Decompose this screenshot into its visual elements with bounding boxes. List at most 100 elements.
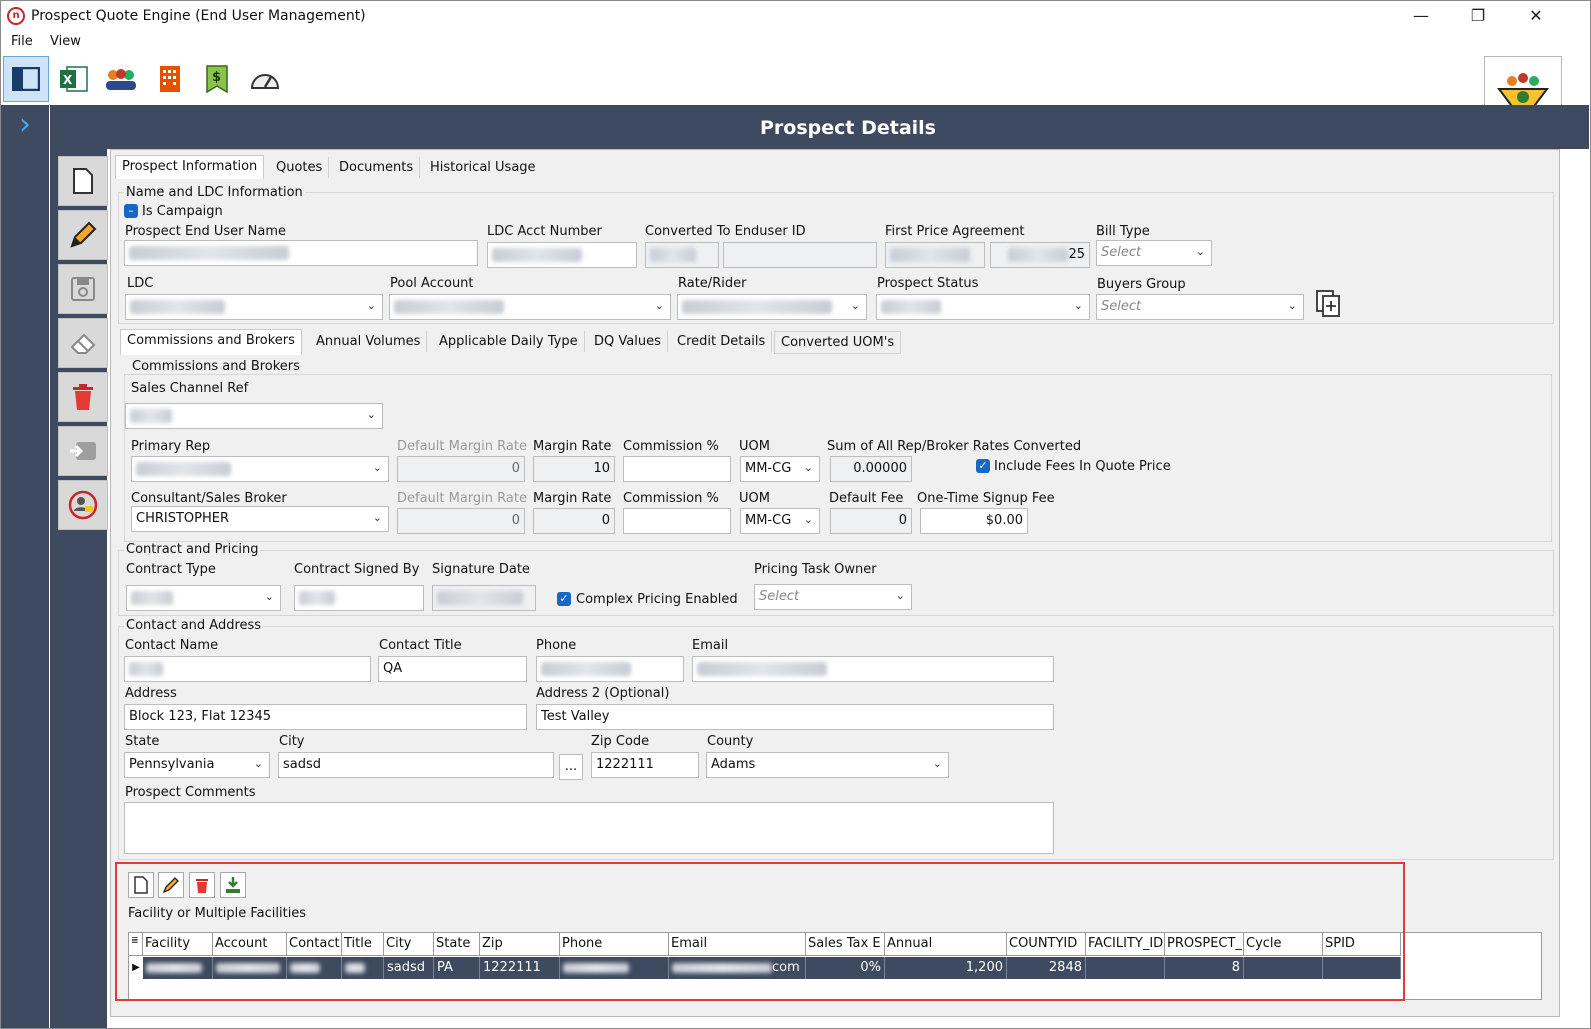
- tab-quotes[interactable]: Quotes: [270, 157, 330, 178]
- tab-daily-type[interactable]: Applicable Daily Type: [433, 331, 585, 352]
- contact-name-input[interactable]: [124, 656, 371, 682]
- sales-channel-select[interactable]: ⌄: [125, 403, 383, 429]
- transfer-button[interactable]: [58, 426, 108, 476]
- consultant-select[interactable]: CHRISTOPHER ⌄: [131, 506, 389, 532]
- tab-converted-uom[interactable]: Converted UOM's: [774, 331, 902, 354]
- default-fee-input[interactable]: 0: [830, 508, 912, 534]
- add-buyers-group-icon[interactable]: [1313, 288, 1343, 318]
- rep-uom-select[interactable]: MM-CG ⌄: [740, 456, 820, 482]
- contract-type-select[interactable]: ⌄: [126, 585, 281, 611]
- sales-channel-label: Sales Channel Ref: [131, 381, 249, 396]
- con-uom-select[interactable]: MM-CG ⌄: [740, 508, 820, 534]
- pool-account-select[interactable]: ⌄: [389, 294, 671, 320]
- clear-button[interactable]: [58, 318, 108, 368]
- phone-input[interactable]: [536, 656, 684, 682]
- default-fee-label: Default Fee: [829, 491, 904, 506]
- excel-icon[interactable]: X: [57, 62, 91, 96]
- delete-button[interactable]: [58, 372, 108, 422]
- comments-textarea[interactable]: [124, 802, 1054, 854]
- tab-credit-details[interactable]: Credit Details: [671, 331, 773, 352]
- con-default-margin-input: 0: [397, 508, 525, 534]
- menu-file[interactable]: File: [11, 34, 33, 49]
- city-input[interactable]: sadsd: [278, 752, 554, 778]
- con-margin-label: Margin Rate: [533, 491, 612, 506]
- svg-text:$: $: [212, 70, 221, 85]
- ldc-acct-input[interactable]: [487, 242, 637, 268]
- sum-rates-label: Sum of All Rep/Broker Rates Converted: [827, 439, 1082, 454]
- chevron-down-icon: ⌄: [253, 757, 263, 770]
- new-document-button[interactable]: [58, 156, 108, 206]
- address2-input[interactable]: Test Valley: [536, 704, 1054, 730]
- complex-pricing-checkbox[interactable]: ✓: [557, 592, 571, 606]
- tab-dq-values[interactable]: DQ Values: [588, 331, 668, 352]
- county-select[interactable]: Adams ⌄: [706, 752, 949, 778]
- first-price-start-input: [885, 242, 985, 268]
- eraser-icon: [70, 333, 96, 354]
- city-lookup-button[interactable]: ...: [559, 754, 583, 780]
- building-icon[interactable]: [153, 62, 187, 96]
- chevron-down-icon: ⌄: [366, 408, 376, 421]
- contract-signed-input[interactable]: [294, 585, 424, 611]
- speedometer-icon[interactable]: [248, 62, 282, 96]
- panel-toggle-icon[interactable]: [3, 56, 49, 102]
- bill-type-select[interactable]: Select ⌄: [1096, 240, 1212, 266]
- primary-rep-select[interactable]: ⌄: [131, 456, 389, 482]
- con-uom-value: MM-CG: [745, 513, 792, 528]
- con-margin-input[interactable]: 0: [533, 508, 615, 534]
- zip-input[interactable]: 1222111: [591, 752, 699, 778]
- chevron-down-icon: ⌄: [654, 299, 664, 312]
- minimize-button[interactable]: —: [1401, 5, 1441, 27]
- header-bar: Prospect Details: [107, 105, 1589, 149]
- tab-historical-usage[interactable]: Historical Usage: [424, 157, 542, 178]
- email-input[interactable]: [692, 656, 1054, 682]
- con-commission-input[interactable]: [623, 508, 731, 534]
- include-fees-checkbox[interactable]: ✓: [976, 459, 990, 473]
- users-group-icon[interactable]: [104, 62, 138, 96]
- state-select[interactable]: Pennsylvania ⌄: [124, 752, 270, 778]
- rep-default-margin-label: Default Margin Rate: [397, 439, 527, 454]
- restore-button[interactable]: ❐: [1458, 5, 1498, 27]
- primary-rep-label: Primary Rep: [131, 439, 211, 454]
- pricing-owner-label: Pricing Task Owner: [754, 562, 877, 577]
- chevron-down-icon: ⌄: [895, 589, 905, 602]
- prospect-status-select[interactable]: ⌄: [876, 294, 1090, 320]
- rep-uom-value: MM-CG: [745, 461, 792, 476]
- address2-label: Address 2 (Optional): [536, 686, 670, 701]
- menu-view[interactable]: View: [50, 34, 81, 49]
- is-campaign-checkbox[interactable]: –: [124, 204, 138, 218]
- dollar-bookmark-icon[interactable]: $: [200, 62, 234, 96]
- rep-margin-input[interactable]: 10: [533, 456, 615, 482]
- con-uom-label: UOM: [739, 491, 770, 506]
- rep-commission-input[interactable]: [623, 456, 731, 482]
- close-button[interactable]: ✕: [1516, 5, 1556, 27]
- address-input[interactable]: Block 123, Flat 12345: [124, 704, 527, 730]
- edit-button[interactable]: [58, 210, 108, 260]
- state-value: Pennsylvania: [129, 757, 215, 772]
- end-user-name-input[interactable]: [124, 240, 478, 266]
- chevron-down-icon: ⌄: [803, 461, 813, 474]
- rate-rider-label: Rate/Rider: [678, 276, 747, 291]
- tab-prospect-information[interactable]: Prospect Information: [115, 155, 265, 179]
- contact-name-label: Contact Name: [125, 638, 219, 653]
- signature-date-input[interactable]: [432, 585, 536, 611]
- expand-nav-icon[interactable]: ›: [12, 110, 38, 142]
- phone-label: Phone: [536, 638, 577, 653]
- tab-commissions[interactable]: Commissions and Brokers: [120, 329, 302, 355]
- page-title: Prospect Details: [759, 117, 936, 139]
- signup-fee-input[interactable]: $0.00: [920, 508, 1028, 534]
- rep-commission-label: Commission %: [623, 439, 719, 454]
- contact-title-input[interactable]: QA: [378, 656, 527, 682]
- tab-annual-volumes[interactable]: Annual Volumes: [310, 331, 428, 352]
- ldc-select[interactable]: ⌄: [125, 294, 383, 320]
- contract-signed-label: Contract Signed By: [294, 562, 420, 577]
- pool-account-label: Pool Account: [390, 276, 474, 291]
- pricing-owner-select[interactable]: Select ⌄: [754, 584, 912, 610]
- save-button[interactable]: [58, 264, 108, 314]
- consultant-value: CHRISTOPHER: [136, 511, 230, 526]
- buyers-group-label: Buyers Group: [1097, 277, 1186, 292]
- buyers-group-select[interactable]: Select ⌄: [1096, 294, 1304, 320]
- save-icon: [71, 277, 95, 301]
- rate-rider-select[interactable]: ⌄: [677, 294, 867, 320]
- tab-documents[interactable]: Documents: [333, 157, 421, 178]
- user-block-button[interactable]: [58, 480, 108, 530]
